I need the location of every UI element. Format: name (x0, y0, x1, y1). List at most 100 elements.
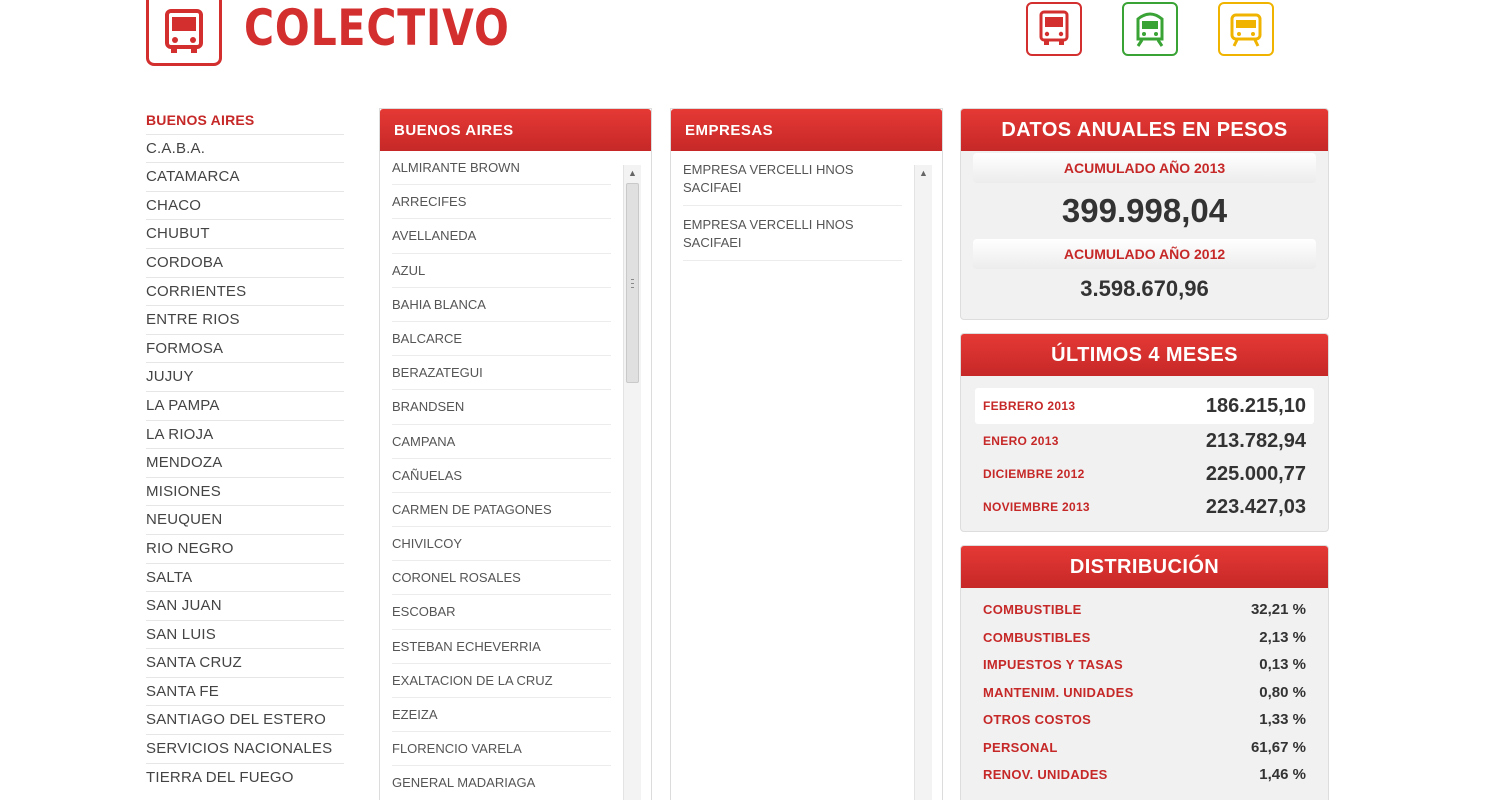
train-mode-button[interactable] (1122, 2, 1178, 56)
province-item[interactable]: C.A.B.A. (146, 135, 344, 164)
municipality-item[interactable]: GENERAL MADARIAGA (392, 766, 611, 800)
brand-logo[interactable]: COLECTIVO (146, 0, 568, 66)
municipality-item[interactable]: CORONEL ROSALES (392, 561, 611, 596)
province-item[interactable]: SANTA FE (146, 678, 344, 707)
distribution-value: 1,33 % (1259, 711, 1306, 729)
province-item[interactable]: LA RIOJA (146, 421, 344, 450)
municipality-item[interactable]: CAMPANA (392, 425, 611, 459)
bus-logo-icon (146, 0, 222, 66)
distribution-value: 0,13 % (1259, 656, 1306, 674)
municipality-panel: BUENOS AIRES ALMIRANTE BROWN ARRECIFES A… (379, 108, 652, 800)
province-item[interactable]: TIERRA DEL FUEGO (146, 764, 344, 793)
municipality-item[interactable]: AZUL (392, 254, 611, 288)
distribution-label: COMBUSTIBLE (983, 602, 1082, 618)
province-item[interactable]: CHUBUT (146, 220, 344, 249)
province-item[interactable]: SAN LUIS (146, 621, 344, 650)
province-item[interactable]: SANTIAGO DEL ESTERO (146, 706, 344, 736)
province-item[interactable]: ENTRE RIOS (146, 306, 344, 335)
municipality-item[interactable]: EXALTACION DE LA CRUZ (392, 664, 611, 698)
province-item[interactable]: MISIONES (146, 478, 344, 507)
train-icon (1136, 12, 1164, 47)
distribution-value: 0,80 % (1259, 683, 1306, 701)
province-item[interactable]: SANTA CRUZ (146, 649, 344, 678)
distribution-row: OTROS COSTOS 1,33 % (983, 706, 1306, 734)
distribution-label: IMPUESTOS Y TASAS (983, 657, 1123, 673)
distribution-value: 61,67 % (1250, 738, 1306, 756)
municipality-item[interactable]: FLORENCIO VARELA (392, 732, 611, 767)
scroll-up-icon[interactable]: ▲ (915, 165, 932, 181)
subway-icon (1230, 13, 1262, 47)
company-item[interactable]: EMPRESA VERCELLI HNOS SACIFAEI (683, 206, 902, 261)
last-months-title: ÚLTIMOS 4 MESES (961, 334, 1328, 376)
province-item[interactable]: CHACO (146, 192, 344, 221)
annual-data-box: DATOS ANUALES EN PESOS ACUMULADO AÑO 201… (960, 108, 1329, 320)
province-item[interactable]: SAN JUAN (146, 592, 344, 621)
last-months-box: ÚLTIMOS 4 MESES FEBRERO 2013 186.215,10 … (960, 333, 1329, 532)
month-label: FEBRERO 2013 (983, 399, 1076, 413)
municipality-item[interactable]: AVELLANEDA (392, 219, 611, 254)
municipality-panel-title: BUENOS AIRES (380, 109, 651, 151)
accumulated-2013-label: ACUMULADO AÑO 2013 (973, 153, 1316, 183)
distribution-row: COMBUSTIBLE 32,21 % (983, 596, 1306, 624)
companies-list: EMPRESA VERCELLI HNOS SACIFAEI EMPRESA V… (671, 151, 942, 800)
month-value: 225.000,77 (1205, 462, 1306, 485)
accumulated-2013-value: 399.998,04 (1061, 192, 1228, 229)
municipality-item[interactable]: BERAZATEGUI (392, 356, 611, 391)
month-value: 213.782,94 (1205, 429, 1306, 452)
municipality-item[interactable]: BAHIA BLANCA (392, 288, 611, 322)
bus-mode-button[interactable] (1026, 2, 1082, 56)
municipality-item[interactable]: ESTEBAN ECHEVERRIA (392, 630, 611, 664)
municipality-item[interactable]: CHIVILCOY (392, 527, 611, 562)
month-row: NOVIEMBRE 2013 223.427,03 (983, 490, 1306, 524)
distribution-value: 2,13 % (1259, 628, 1306, 646)
distribution-box: DISTRIBUCIÓN COMBUSTIBLE 32,21 % COMBUST… (960, 545, 1329, 800)
province-item[interactable]: LA PAMPA (146, 392, 344, 421)
municipality-item[interactable]: ESCOBAR (392, 595, 611, 630)
province-item[interactable]: BUENOS AIRES (146, 106, 344, 135)
province-item[interactable]: JUJUY (146, 363, 344, 392)
distribution-row: IMPUESTOS Y TASAS 0,13 % (983, 651, 1306, 679)
annual-data-title: DATOS ANUALES EN PESOS (961, 109, 1328, 151)
companies-panel: EMPRESAS EMPRESA VERCELLI HNOS SACIFAEI … (670, 108, 943, 800)
distribution-row: MANTENIM. UNIDADES 0,80 % (983, 679, 1306, 707)
province-item[interactable]: FORMOSA (146, 335, 344, 364)
month-value: 186.215,10 (1205, 394, 1306, 417)
month-row: FEBRERO 2013 186.215,10 (975, 388, 1314, 424)
province-list: BUENOS AIRES C.A.B.A. CATAMARCA CHACO CH… (146, 106, 344, 792)
province-item[interactable]: RIO NEGRO (146, 535, 344, 564)
province-item[interactable]: CORRIENTES (146, 278, 344, 307)
month-row: DICIEMBRE 2012 225.000,77 (983, 458, 1306, 490)
distribution-value: 32,21 % (1250, 601, 1306, 619)
subway-mode-button[interactable] (1218, 2, 1274, 56)
municipality-item[interactable]: BRANDSEN (392, 390, 611, 425)
scrollbar-thumb[interactable] (626, 183, 639, 383)
company-item[interactable]: EMPRESA VERCELLI HNOS SACIFAEI (683, 151, 902, 206)
province-item[interactable]: CORDOBA (146, 249, 344, 278)
municipality-item[interactable]: CARMEN DE PATAGONES (392, 493, 611, 528)
distribution-row: COMBUSTIBLES 2,13 % (983, 624, 1306, 652)
province-item[interactable]: CATAMARCA (146, 163, 344, 192)
companies-scrollbar[interactable]: ▲ (914, 165, 932, 800)
distribution-value: 1,46 % (1259, 766, 1306, 784)
province-item[interactable]: SERVICIOS NACIONALES (146, 735, 344, 764)
distribution-row: RENOV. UNIDADES 1,46 % (983, 761, 1306, 789)
municipality-item[interactable]: CAÑUELAS (392, 459, 611, 493)
page-title: COLECTIVO (244, 0, 510, 57)
province-item[interactable]: MENDOZA (146, 449, 344, 478)
municipality-item[interactable]: BALCARCE (392, 322, 611, 357)
scroll-up-icon[interactable]: ▲ (624, 165, 641, 181)
province-item[interactable]: NEUQUEN (146, 506, 344, 535)
distribution-row: PERSONAL 61,67 % (983, 734, 1306, 762)
companies-panel-title: EMPRESAS (671, 109, 942, 151)
municipality-item[interactable]: ALMIRANTE BROWN (392, 151, 611, 186)
distribution-label: OTROS COSTOS (983, 712, 1092, 728)
accumulated-2012-value: 3.598.670,96 (1080, 276, 1209, 301)
municipality-item[interactable]: ARRECIFES (392, 185, 611, 220)
distribution-title: DISTRIBUCIÓN (961, 546, 1328, 588)
month-row: ENERO 2013 213.782,94 (983, 424, 1306, 458)
month-value: 223.427,03 (1205, 495, 1306, 518)
month-label: ENERO 2013 (983, 434, 1059, 448)
municipality-scrollbar[interactable]: ▲ (623, 165, 641, 800)
province-item[interactable]: SALTA (146, 564, 344, 593)
municipality-item[interactable]: EZEIZA (392, 698, 611, 733)
